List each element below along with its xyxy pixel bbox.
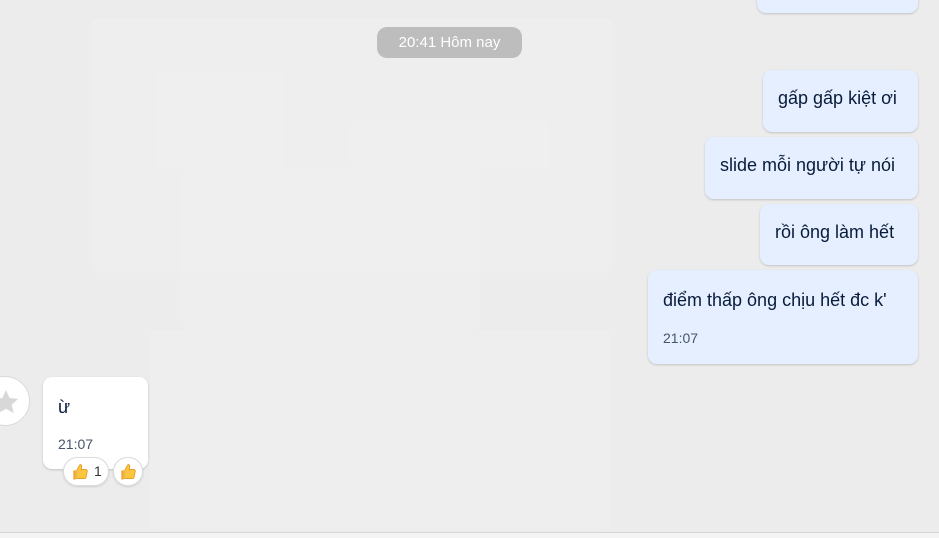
outgoing-message-bubble[interactable]: gấp gấp kiệt ơi (763, 70, 918, 132)
message-text: rồi ông làm hết (775, 222, 895, 242)
previous-message-bubble[interactable] (757, 0, 918, 13)
message-time: 21:07 (663, 330, 699, 346)
outgoing-message-bubble[interactable]: slide mỗi người tự nói (705, 137, 918, 199)
message-text: điểm thấp ông chịu hết đc k' (663, 290, 887, 310)
chat-bottom-border (0, 532, 939, 538)
background-pattern (155, 70, 285, 170)
thumbs-up-icon (73, 464, 88, 480)
incoming-message-bubble[interactable]: ừ 21:07 (43, 377, 148, 469)
reaction-summary[interactable]: 1 (63, 457, 109, 486)
message-text: gấp gấp kiệt ơi (778, 88, 897, 108)
outgoing-message-bubble[interactable]: điểm thấp ông chịu hết đc k' 21:07 (648, 270, 918, 364)
message-time: 21:07 (58, 436, 94, 452)
background-pattern (150, 330, 610, 530)
message-text: ừ (58, 397, 71, 417)
background-pattern (350, 120, 550, 170)
time-divider: 20:41 Hôm nay (377, 27, 522, 58)
add-reaction-button[interactable] (113, 457, 143, 486)
reaction-count: 1 (94, 463, 102, 479)
outgoing-message-bubble[interactable]: rồi ông làm hết (760, 204, 918, 265)
thumbs-up-icon (121, 464, 136, 480)
sender-avatar[interactable] (0, 376, 30, 426)
background-pattern (180, 170, 480, 330)
star-icon (0, 390, 19, 414)
chat-area: 20:41 Hôm nay gấp gấp kiệt ơi slide mỗi … (0, 0, 939, 532)
message-text: slide mỗi người tự nói (720, 155, 895, 175)
